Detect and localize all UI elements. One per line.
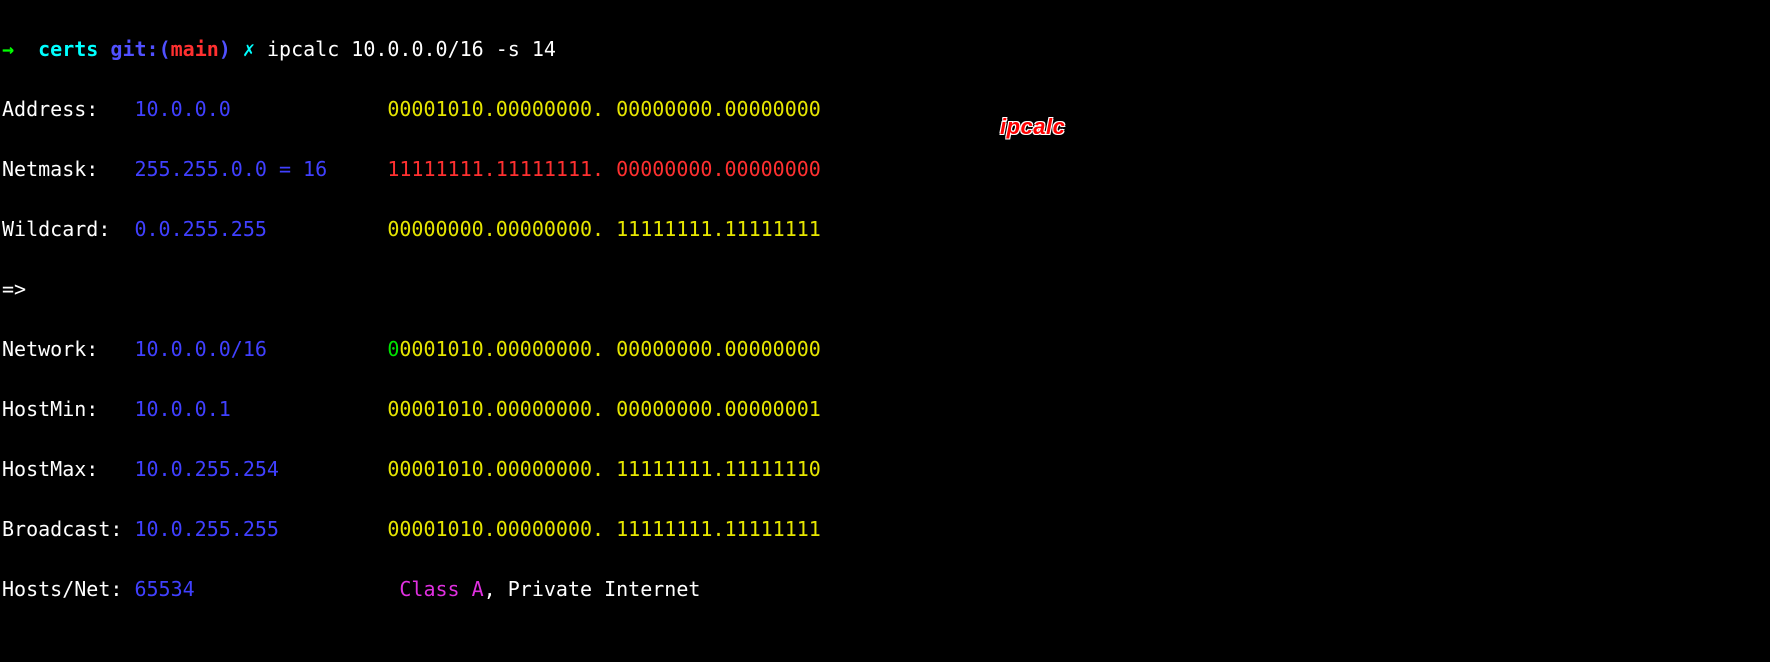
prompt-dir: certs	[38, 37, 98, 61]
row-wildcard: Wildcard: 0.0.255.255 00000000.00000000.…	[2, 214, 1770, 244]
row-broadcast: Broadcast: 10.0.255.255 00001010.0000000…	[2, 514, 1770, 544]
git-prefix: git:(	[110, 37, 170, 61]
row-network: Network: 10.0.0.0/16 00001010.00000000. …	[2, 334, 1770, 364]
git-branch: main	[171, 37, 219, 61]
watermark-label: ipcalc	[1000, 110, 1065, 143]
row-arrow: =>	[2, 274, 1770, 304]
git-suffix: )	[219, 37, 231, 61]
prompt-arrow-icon: →	[2, 37, 14, 61]
row-address: Address: 10.0.0.0 00001010.00000000. 000…	[2, 94, 1770, 124]
row-blank	[2, 634, 1770, 662]
command-text: ipcalc 10.0.0.0/16 -s 14	[267, 37, 556, 61]
terminal-area[interactable]: → certs git:(main) ✗ ipcalc 10.0.0.0/16 …	[0, 0, 1770, 662]
prompt-line: → certs git:(main) ✗ ipcalc 10.0.0.0/16 …	[2, 34, 1770, 64]
row-hostmin: HostMin: 10.0.0.1 00001010.00000000. 000…	[2, 394, 1770, 424]
row-netmask: Netmask: 255.255.0.0 = 16 11111111.11111…	[2, 154, 1770, 184]
prompt-dirty-icon: ✗	[243, 37, 255, 61]
row-hostmax: HostMax: 10.0.255.254 00001010.00000000.…	[2, 454, 1770, 484]
row-hostsnet: Hosts/Net: 65534 Class A, Private Intern…	[2, 574, 1770, 604]
